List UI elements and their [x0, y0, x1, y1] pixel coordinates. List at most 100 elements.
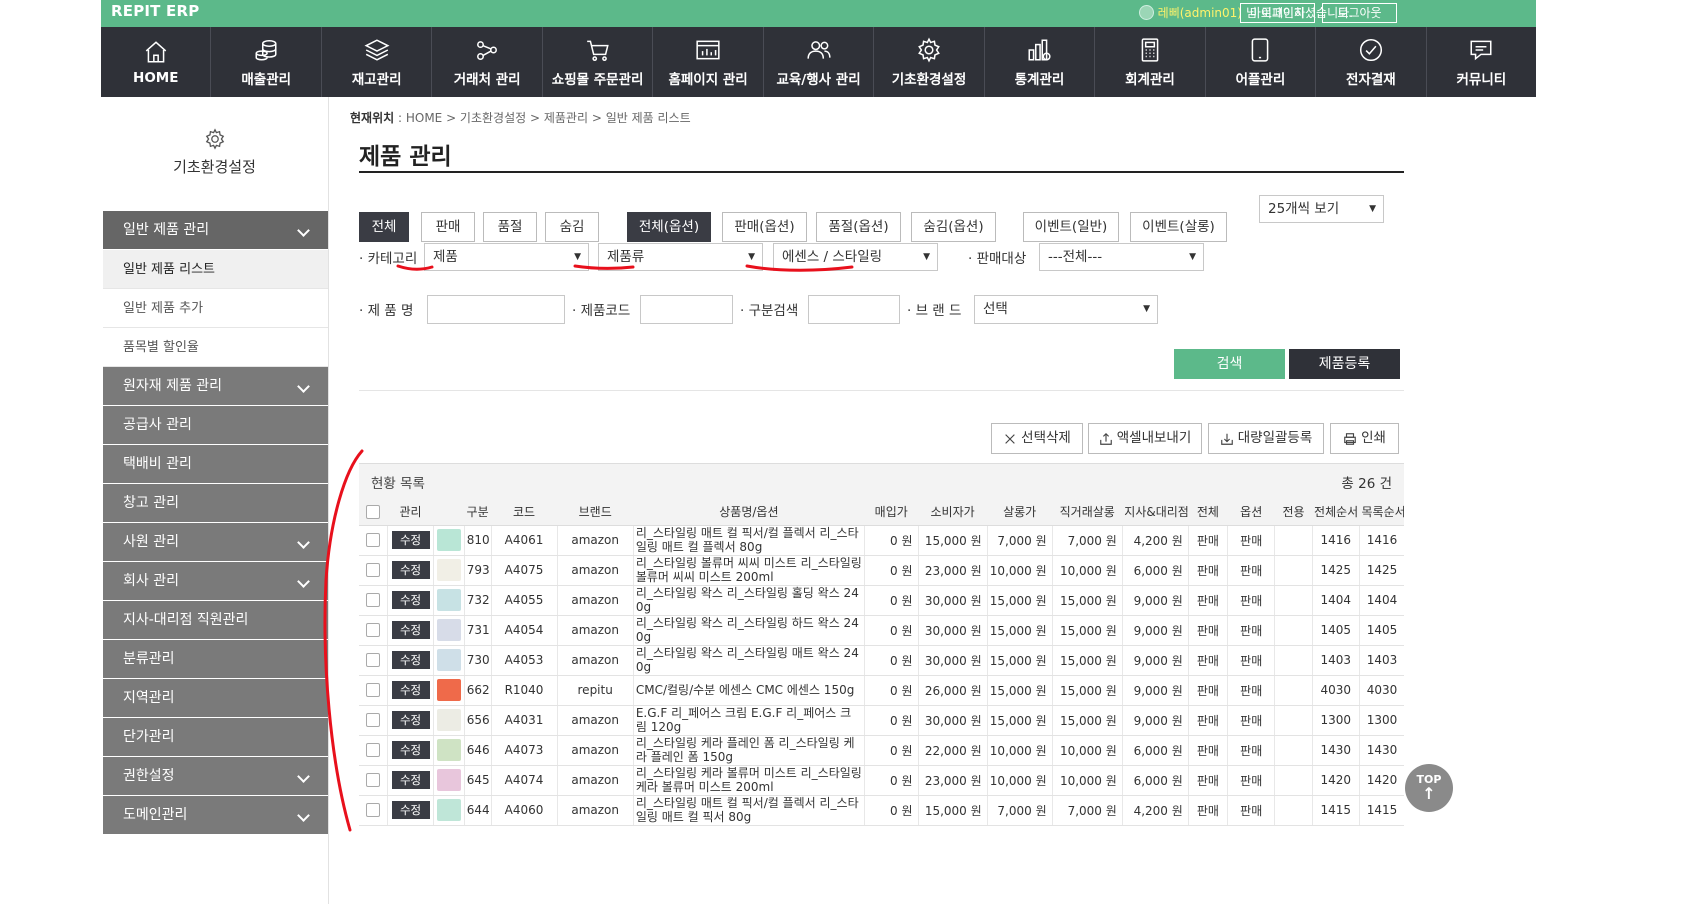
category3-select[interactable]: 에센스 / 스타일링 ▼	[773, 243, 938, 271]
scroll-top-button[interactable]: TOP ↑	[1405, 764, 1453, 812]
cell-order-list: 1416	[1359, 525, 1404, 556]
table-header-row: 관리 구분 코드 브랜드 상품명/옵션 매입가 소비자가 살롱가 직거래살롱 지…	[359, 498, 1404, 526]
cell-exclusive	[1274, 615, 1313, 646]
sidebar-item-suppliers[interactable]: 공급사 관리	[103, 406, 328, 445]
brand-select[interactable]: 선택 ▼	[974, 295, 1158, 324]
table-row[interactable]: 수정 656 A4031 amazon E.G.F 리_페어스 크림 E.G.F 리_페…	[359, 705, 1404, 736]
sidebar-item-classification[interactable]: 분류관리	[103, 640, 328, 679]
nav-shop-orders[interactable]: 쇼핑몰 주문관리	[543, 27, 654, 97]
edit-button[interactable]: 수정	[391, 561, 430, 579]
edit-button[interactable]: 수정	[391, 801, 430, 819]
target-select[interactable]: ---전체--- ▼	[1039, 243, 1204, 271]
sidebar-item-product-add[interactable]: 일반 제품 추가	[103, 289, 328, 328]
row-checkbox[interactable]	[366, 683, 381, 698]
sidebar-group-domain[interactable]: 도메인관리	[103, 796, 328, 835]
sidebar-item-warehouse[interactable]: 창고 관리	[103, 484, 328, 523]
table-row[interactable]: 수정 644 A4060 amazon 리_스타일링 매트 컬 픽서/컬 플렉서 리_스…	[359, 795, 1404, 826]
edit-button[interactable]: 수정	[391, 591, 430, 609]
nav-homepage[interactable]: 홈페이지 관리	[653, 27, 764, 97]
sidebar-group-raw-materials[interactable]: 원자재 제품 관리	[103, 367, 328, 406]
row-checkbox[interactable]	[366, 743, 381, 758]
tab-soldout[interactable]: 품절	[483, 212, 537, 242]
row-checkbox[interactable]	[366, 623, 381, 638]
share-icon	[473, 36, 501, 64]
logout-button[interactable]: 로그아웃	[1322, 3, 1397, 23]
tab-event-general[interactable]: 이벤트(일반)	[1023, 212, 1119, 242]
sidebar-item-product-list[interactable]: 일반 제품 리스트	[103, 250, 328, 289]
nav-apps[interactable]: 어플관리	[1206, 27, 1317, 97]
tab-hidden[interactable]: 숨김	[545, 212, 599, 242]
nav-label: 어플관리	[1235, 72, 1286, 88]
nav-partners[interactable]: 거래처 관리	[432, 27, 543, 97]
tab-all[interactable]: 전체	[359, 212, 409, 242]
nav-education[interactable]: 교육/행사 관리	[764, 27, 875, 97]
table-row[interactable]: 수정 731 A4054 amazon 리_스타일링 왁스 리_스타일링 하드 왁스 2…	[359, 615, 1404, 646]
edit-button[interactable]: 수정	[391, 651, 430, 669]
tab-sale[interactable]: 판매	[421, 212, 475, 242]
brand-logo[interactable]: REPIT ERP	[111, 2, 199, 20]
row-checkbox[interactable]	[366, 563, 381, 578]
table-row[interactable]: 수정 793 A4075 amazon 리_스타일링 볼류머 씨씨 미스트 리_스타일링…	[359, 555, 1404, 586]
edit-button[interactable]: 수정	[391, 621, 430, 639]
nav-sales[interactable]: 매출관리	[211, 27, 322, 97]
row-checkbox[interactable]	[366, 533, 381, 548]
register-product-button[interactable]: 제품등록	[1289, 349, 1400, 379]
nav-community[interactable]: 커뮤니티	[1427, 27, 1536, 97]
cell-buy: 0 원	[864, 705, 919, 736]
nav-approval[interactable]: 전자결재	[1316, 27, 1427, 97]
category2-select[interactable]: 제품류 ▼	[598, 243, 763, 271]
row-checkbox[interactable]	[366, 653, 381, 668]
edit-button[interactable]: 수정	[391, 681, 430, 699]
table-row[interactable]: 수정 646 A4073 amazon 리_스타일링 케라 플레인 폼 리_스타일링 케…	[359, 735, 1404, 766]
sidebar-group-staff[interactable]: 사원 관리	[103, 523, 328, 562]
tab-sale-option[interactable]: 판매(옵션)	[722, 212, 807, 242]
excel-export-button[interactable]: 액셀내보내기	[1088, 423, 1202, 454]
edit-button[interactable]: 수정	[391, 711, 430, 729]
nav-home[interactable]: HOME	[101, 27, 212, 97]
nav-accounting[interactable]: 회계관리	[1095, 27, 1206, 97]
per-page-select[interactable]: 25개씩 보기 ▼	[1259, 195, 1384, 223]
product-code-input[interactable]	[640, 295, 733, 324]
row-checkbox[interactable]	[366, 713, 381, 728]
nav-settings[interactable]: 기초환경설정	[874, 27, 985, 97]
sidebar-group-permissions[interactable]: 권한설정	[103, 757, 328, 796]
col-order-all: 전체순서	[1312, 498, 1360, 526]
sidebar-item-price[interactable]: 단가관리	[103, 718, 328, 757]
row-checkbox[interactable]	[366, 593, 381, 608]
mypage-button[interactable]: 마이페이지	[1240, 3, 1315, 23]
table-row[interactable]: 수정 810 A4061 amazon 리_스타일링 매트 컬 픽서/컬 플렉서 리_스…	[359, 525, 1404, 556]
sidebar-group-company[interactable]: 회사 관리	[103, 562, 328, 601]
row-checkbox[interactable]	[366, 773, 381, 788]
category1-select[interactable]: 제품 ▼	[424, 243, 589, 271]
edit-button[interactable]: 수정	[391, 771, 430, 789]
tab-soldout-option[interactable]: 품절(옵션)	[816, 212, 901, 242]
sidebar-item-branch-staff[interactable]: 지사-대리점 직원관리	[103, 601, 328, 640]
tab-all-option[interactable]: 전체(옵션)	[627, 212, 711, 242]
bulk-register-button[interactable]: 대량일괄등록	[1208, 423, 1324, 454]
cell-all: 판매	[1188, 585, 1228, 616]
table-row[interactable]: 수정 645 A4074 amazon 리_스타일링 케라 볼류머 미스트 리_스타일링…	[359, 765, 1404, 796]
edit-button[interactable]: 수정	[391, 531, 430, 549]
tab-hidden-option[interactable]: 숨김(옵션)	[911, 212, 996, 242]
search-button[interactable]: 검색	[1174, 349, 1285, 379]
table-row[interactable]: 수정 730 A4053 amazon 리_스타일링 왁스 리_스타일링 매트 왁스 2…	[359, 645, 1404, 676]
type-search-input[interactable]	[808, 295, 900, 324]
select-all-checkbox[interactable]	[366, 504, 381, 519]
cell-salon: 15,000 원	[987, 585, 1053, 616]
sidebar-item-discount[interactable]: 품목별 할인율	[103, 328, 328, 367]
table-row[interactable]: 수정 732 A4055 amazon 리_스타일링 왁스 리_스타일링 홀딩 왁스 2…	[359, 585, 1404, 616]
cell-branch: 9,000 원	[1122, 615, 1189, 646]
print-button[interactable]: 인쇄	[1330, 423, 1399, 454]
row-select	[359, 735, 389, 766]
sidebar-group-general-products[interactable]: 일반 제품 관리	[103, 211, 328, 250]
table-row[interactable]: 수정 662 R1040 repitu CMC/컬링/수분 에센스 CMC 에센스 15…	[359, 675, 1404, 706]
delete-selected-button[interactable]: 선택삭제	[991, 423, 1083, 454]
tab-event-salon[interactable]: 이벤트(살롱)	[1130, 212, 1227, 242]
product-name-input[interactable]	[427, 295, 565, 324]
sidebar-item-shipping[interactable]: 택배비 관리	[103, 445, 328, 484]
nav-stats[interactable]: 통계관리	[985, 27, 1096, 97]
row-checkbox[interactable]	[366, 803, 381, 818]
edit-button[interactable]: 수정	[391, 741, 430, 759]
sidebar-item-region[interactable]: 지역관리	[103, 679, 328, 718]
nav-inventory[interactable]: 재고관리	[322, 27, 433, 97]
